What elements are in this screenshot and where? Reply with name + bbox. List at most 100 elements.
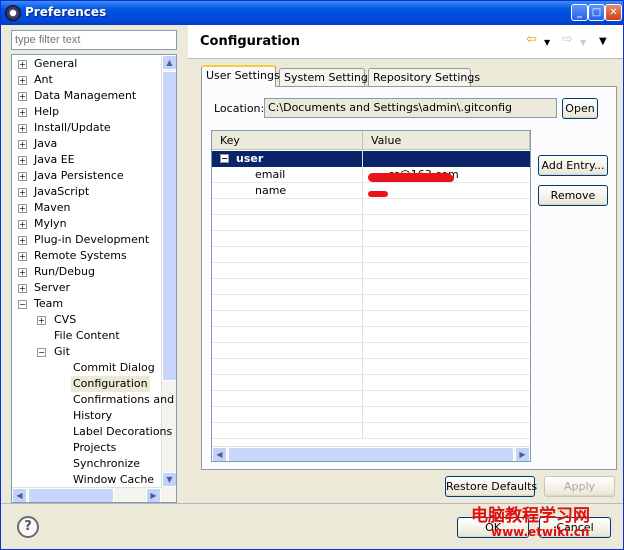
view-menu-icon[interactable]: ▼ — [599, 35, 607, 49]
tree-item[interactable]: Commit Dialog — [12, 360, 162, 376]
table-scroll-thumb[interactable] — [228, 447, 514, 461]
tree-item[interactable]: + Java — [12, 136, 162, 152]
window-title: Preferences — [25, 5, 107, 19]
back-icon[interactable]: ⇦ — [526, 33, 537, 47]
collapse-icon[interactable]: − — [37, 348, 46, 357]
tree-item[interactable]: + Remote Systems — [12, 248, 162, 264]
tree-item-label: Ant — [34, 73, 53, 86]
config-table[interactable]: Key Value ◀ ▶ −useremail..._cs@163.comna… — [211, 130, 531, 462]
tree-item-label: Java — [34, 137, 58, 150]
expand-icon[interactable]: + — [18, 92, 27, 101]
tree-item[interactable]: + Server — [12, 280, 162, 296]
scroll-thumb-horizontal[interactable] — [28, 488, 114, 502]
minimize-button[interactable]: _ — [571, 4, 588, 21]
open-button[interactable]: Open — [562, 98, 598, 119]
column-divider — [362, 215, 363, 231]
tree-item[interactable]: + Install/Update — [12, 120, 162, 136]
title-bar[interactable]: Preferences _ □ ✕ — [1, 1, 623, 25]
tab-system-settings[interactable]: System Settings — [279, 68, 374, 87]
tree-item[interactable]: History — [12, 408, 162, 424]
expand-icon[interactable]: + — [18, 252, 27, 261]
help-icon[interactable]: ? — [17, 516, 39, 538]
table-scroll-left-button[interactable]: ◀ — [212, 447, 227, 461]
tree-item[interactable]: Label Decorations — [12, 424, 172, 440]
forward-dropdown-icon[interactable]: ▼ — [580, 36, 586, 50]
preference-tree[interactable]: ▲ ▼ ◀ ▶ + General + Ant + Data Management + Hel… — [11, 54, 177, 503]
scroll-right-button[interactable]: ▶ — [146, 488, 161, 502]
expand-icon[interactable]: + — [18, 236, 27, 245]
apply-button[interactable]: Apply — [544, 476, 615, 497]
expand-icon[interactable]: + — [18, 108, 27, 117]
tree-item[interactable]: Confirmations and — [12, 392, 174, 408]
collapse-icon[interactable]: − — [220, 154, 229, 163]
expand-icon[interactable]: + — [37, 316, 46, 325]
tab-user-settings[interactable]: User Settings — [201, 65, 280, 87]
expand-icon[interactable]: + — [18, 60, 27, 69]
tree-item-label: General — [34, 57, 78, 70]
back-dropdown-icon[interactable]: ▼ — [544, 36, 550, 50]
expand-icon[interactable]: + — [18, 284, 27, 293]
collapse-icon[interactable]: − — [18, 300, 27, 309]
tree-item[interactable]: Window Cache — [12, 472, 162, 488]
column-divider — [362, 183, 363, 199]
column-key[interactable]: Key — [212, 131, 363, 150]
scroll-down-button[interactable]: ▼ — [162, 472, 176, 487]
tree-item[interactable]: + Ant — [12, 72, 162, 88]
tree-item[interactable]: Configuration — [12, 376, 162, 392]
tree-item[interactable]: + Run/Debug — [12, 264, 162, 280]
tree-item[interactable]: + Help — [12, 104, 162, 120]
expand-icon[interactable]: + — [18, 220, 27, 229]
filter-input[interactable] — [11, 30, 177, 50]
tree-item[interactable]: + Data Management — [12, 88, 162, 104]
expand-icon[interactable]: + — [18, 188, 27, 197]
expand-icon[interactable]: + — [18, 124, 27, 133]
column-divider — [362, 391, 363, 407]
tree-item[interactable]: − Team — [12, 296, 162, 312]
empty-table-row — [212, 215, 530, 231]
tree-item[interactable]: + CVS — [12, 312, 162, 328]
tab-repository-settings[interactable]: Repository Settings — [368, 68, 480, 87]
expand-icon[interactable]: + — [18, 268, 27, 277]
maximize-button[interactable]: □ — [588, 4, 605, 21]
row-key: user — [236, 152, 264, 165]
tree-item[interactable]: + Maven — [12, 200, 162, 216]
restore-defaults-button[interactable]: Restore Defaults — [445, 476, 537, 497]
tree-item[interactable]: + General — [12, 56, 162, 72]
empty-table-row — [212, 263, 530, 279]
close-button[interactable]: ✕ — [605, 4, 622, 21]
expand-icon[interactable]: + — [18, 76, 27, 85]
tree-item-label: History — [73, 409, 113, 422]
column-divider — [362, 231, 363, 247]
tree-item[interactable]: Synchronize — [12, 456, 162, 472]
tree-item[interactable]: + JavaScript — [12, 184, 162, 200]
tree-item[interactable]: File Content — [12, 328, 162, 344]
column-divider — [362, 263, 363, 279]
tree-item[interactable]: Projects — [12, 440, 162, 456]
tree-item[interactable]: − Git — [12, 344, 162, 360]
column-divider — [362, 279, 363, 295]
table-horizontal-scrollbar[interactable]: ◀ ▶ — [212, 446, 530, 461]
add-entry-button[interactable]: Add Entry... — [538, 155, 608, 176]
forward-icon[interactable]: ⇨ — [562, 33, 573, 47]
expand-icon[interactable]: + — [18, 140, 27, 149]
expand-icon[interactable]: + — [18, 156, 27, 165]
tree-horizontal-scrollbar[interactable]: ◀ ▶ — [12, 487, 162, 502]
tree-item[interactable]: + Java Persistence — [12, 168, 162, 184]
tree-item[interactable]: + Java EE — [12, 152, 162, 168]
table-scroll-right-button[interactable]: ▶ — [515, 447, 530, 461]
column-divider — [362, 151, 363, 167]
tree-item-label: Synchronize — [73, 457, 141, 470]
location-field: C:\Documents and Settings\admin\.gitconf… — [264, 98, 557, 118]
tree-item[interactable]: + Plug-in Development — [12, 232, 162, 248]
page-title: Configuration — [200, 34, 300, 49]
remove-button[interactable]: Remove — [538, 185, 608, 206]
table-row[interactable]: − user — [212, 151, 530, 167]
expand-icon[interactable]: + — [18, 204, 27, 213]
scroll-up-button[interactable]: ▲ — [162, 55, 176, 70]
tree-item[interactable]: + Mylyn — [12, 216, 162, 232]
scroll-left-button[interactable]: ◀ — [12, 488, 27, 502]
watermark-url: www.etwiki.cn — [491, 525, 590, 539]
expand-icon[interactable]: + — [18, 172, 27, 181]
column-value[interactable]: Value — [363, 131, 530, 150]
scroll-thumb[interactable] — [162, 71, 176, 381]
